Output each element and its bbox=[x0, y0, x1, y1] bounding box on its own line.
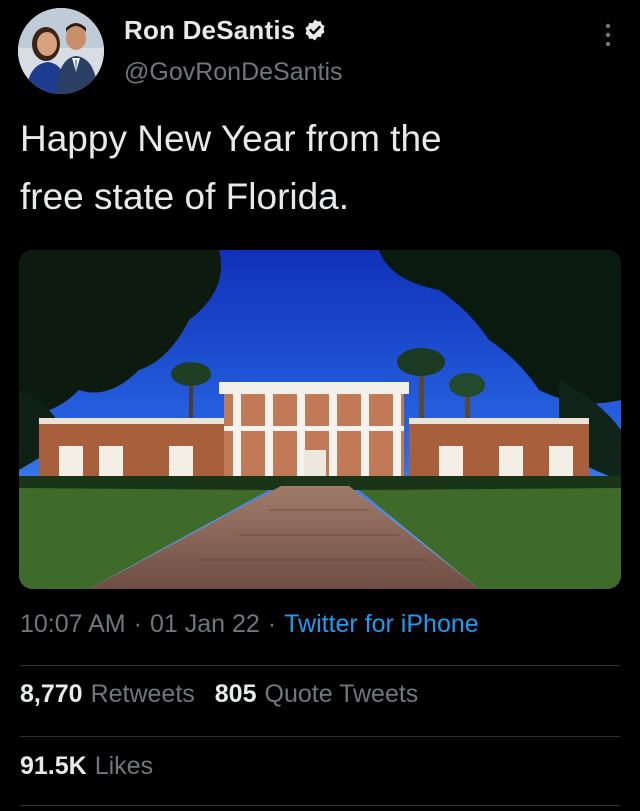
governors-mansion-photo bbox=[19, 250, 621, 589]
quote-tweets-count[interactable]: 805 bbox=[215, 680, 257, 709]
separator-dot: · bbox=[267, 610, 277, 638]
tweet-timestamp-row: 10:07 AM · 01 Jan 22 · Twitter for iPhone bbox=[20, 610, 479, 639]
divider bbox=[20, 665, 620, 666]
retweets-count[interactable]: 8,770 bbox=[20, 680, 83, 709]
avatar[interactable] bbox=[18, 8, 104, 94]
author-handle[interactable]: @GovRonDeSantis bbox=[124, 58, 343, 87]
avatar-photo bbox=[18, 8, 104, 94]
separator-dot: · bbox=[133, 610, 142, 638]
tweet-date[interactable]: 01 Jan 22 bbox=[150, 610, 260, 638]
tweet-source-link[interactable]: Twitter for iPhone bbox=[284, 610, 479, 638]
author-display-name[interactable]: Ron DeSantis bbox=[124, 15, 295, 46]
tweet-header: Ron DeSantis @GovRonDeSantis bbox=[0, 0, 640, 100]
likes-stats-row: 91.5K Likes bbox=[20, 752, 173, 781]
likes-label[interactable]: Likes bbox=[95, 752, 153, 781]
likes-count[interactable]: 91.5K bbox=[20, 752, 87, 781]
quote-tweets-label[interactable]: Quote Tweets bbox=[265, 680, 419, 709]
divider bbox=[20, 805, 620, 806]
engagement-stats-row: 8,770 Retweets 805 Quote Tweets bbox=[20, 680, 438, 709]
divider bbox=[20, 736, 620, 737]
tweet-media-photo[interactable] bbox=[19, 250, 621, 589]
tweet-text: Happy New Year from the free state of Fl… bbox=[20, 118, 442, 217]
more-options-icon[interactable] bbox=[604, 22, 612, 48]
verified-badge-icon bbox=[303, 18, 327, 42]
tweet-time[interactable]: 10:07 AM bbox=[20, 610, 126, 638]
author-name-row[interactable]: Ron DeSantis bbox=[124, 14, 327, 46]
retweets-label[interactable]: Retweets bbox=[91, 680, 195, 709]
